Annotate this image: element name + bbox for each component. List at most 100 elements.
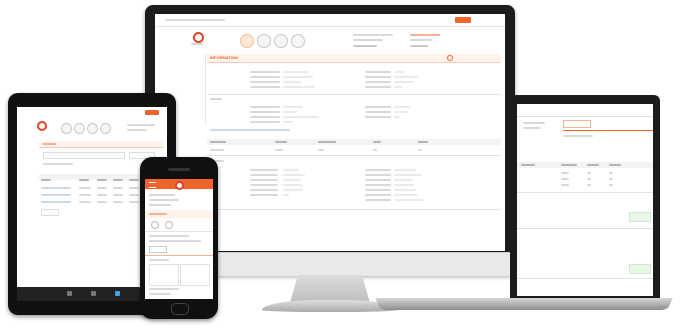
- desktop-header-text: [165, 19, 225, 21]
- detail-label: [365, 116, 391, 118]
- phone-option-box[interactable]: [180, 264, 210, 286]
- detail-value: [394, 189, 416, 191]
- laptop-tab-underline: [563, 130, 653, 131]
- phone-home-button[interactable]: [171, 303, 189, 315]
- table-header-cell: [210, 141, 226, 143]
- section-title: INFORMATION: [210, 55, 238, 60]
- subsection-label: [210, 98, 222, 100]
- tools-icon[interactable]: [87, 123, 98, 134]
- desktop-info-line: [410, 34, 440, 36]
- phone-text-line: [149, 240, 201, 242]
- table-header-cell: [79, 179, 89, 181]
- detail-label: [250, 179, 278, 181]
- table-cell: [587, 172, 591, 174]
- detail-label: [250, 111, 280, 113]
- table-cell: [210, 149, 224, 151]
- detail-value: [394, 76, 418, 78]
- gear-icon[interactable]: [165, 221, 173, 229]
- detail-value: [394, 194, 418, 196]
- close-icon[interactable]: [447, 55, 453, 61]
- detail-value: [394, 169, 416, 171]
- phone-divider: [145, 255, 213, 256]
- detail-label: [365, 111, 391, 113]
- detail-value: [283, 76, 313, 78]
- tablet-info-line: [127, 124, 155, 126]
- detail-label: [250, 106, 280, 108]
- table-cell: [113, 201, 123, 203]
- table-cell: [129, 201, 139, 203]
- desktop-divider: [207, 155, 501, 156]
- info-icon[interactable]: [240, 34, 254, 48]
- laptop-tab[interactable]: [563, 120, 591, 128]
- table-cell: [561, 184, 569, 186]
- laptop-text-line: [523, 122, 545, 124]
- detail-label: [250, 76, 280, 78]
- tablet-info-line: [127, 129, 147, 131]
- phone-button[interactable]: [149, 246, 167, 253]
- desktop-side-column: [191, 54, 206, 124]
- laptop-header-divider: [517, 116, 653, 117]
- table-header-cell: [41, 179, 51, 181]
- camera-icon[interactable]: [291, 34, 305, 48]
- tablet-button[interactable]: [41, 209, 59, 216]
- detail-value: [283, 184, 303, 186]
- detail-label: [365, 199, 391, 201]
- search-input[interactable]: [43, 152, 125, 159]
- detail-label: [250, 169, 278, 171]
- home-icon[interactable]: [67, 291, 72, 296]
- detail-value: [394, 86, 402, 88]
- detail-label: [250, 189, 278, 191]
- detail-label: [250, 116, 280, 118]
- status-badge: [629, 212, 651, 222]
- detail-value: [283, 169, 299, 171]
- settings-icon[interactable]: [115, 291, 120, 296]
- table-cell: [97, 201, 107, 203]
- detail-label: [365, 184, 391, 186]
- desktop-table-header: [207, 139, 501, 145]
- detail-value: [283, 116, 319, 118]
- table-cell: [113, 194, 123, 196]
- table-cell: [79, 194, 91, 196]
- table-header-cell: [113, 179, 123, 181]
- table-cell: [561, 178, 569, 180]
- table-cell[interactable]: [41, 201, 71, 203]
- desktop-section-header: [207, 54, 501, 63]
- gear-icon[interactable]: [74, 123, 85, 134]
- detail-label: [365, 81, 391, 83]
- detail-label: [250, 86, 280, 88]
- detail-value: [394, 179, 412, 181]
- detail-value: [394, 199, 424, 201]
- detail-label: [365, 76, 391, 78]
- logo-icon: [193, 32, 204, 43]
- desktop-link-text[interactable]: [210, 129, 290, 131]
- phone-option-box[interactable]: [149, 264, 179, 286]
- table-cell[interactable]: [41, 194, 71, 196]
- table-cell: [129, 194, 139, 196]
- menu-icon[interactable]: [149, 182, 156, 188]
- laptop-text-line: [563, 135, 593, 137]
- desktop-header-button[interactable]: [455, 17, 471, 23]
- table-cell: [561, 172, 569, 174]
- detail-value: [283, 81, 301, 83]
- tools-icon[interactable]: [274, 34, 288, 48]
- desktop-header-divider: [155, 26, 505, 27]
- table-cell[interactable]: [41, 187, 71, 189]
- tablet-text-line: [43, 163, 73, 165]
- detail-value: [283, 111, 297, 113]
- detail-value: [394, 184, 414, 186]
- detail-value: [394, 116, 400, 118]
- detail-value: [394, 106, 410, 108]
- gear-icon[interactable]: [257, 34, 271, 48]
- section-title: DEVICES: [43, 142, 57, 146]
- table-header-cell: [418, 141, 428, 143]
- list-icon[interactable]: [91, 291, 96, 296]
- info-icon[interactable]: [151, 221, 159, 229]
- laptop-base: [375, 298, 673, 310]
- info-icon[interactable]: [61, 123, 72, 134]
- tablet-header-button[interactable]: [145, 110, 159, 115]
- camera-icon[interactable]: [100, 123, 111, 134]
- table-header-cell: [521, 164, 535, 166]
- table-cell: [587, 178, 591, 180]
- detail-label: [250, 184, 278, 186]
- phone-text-line: [149, 259, 169, 261]
